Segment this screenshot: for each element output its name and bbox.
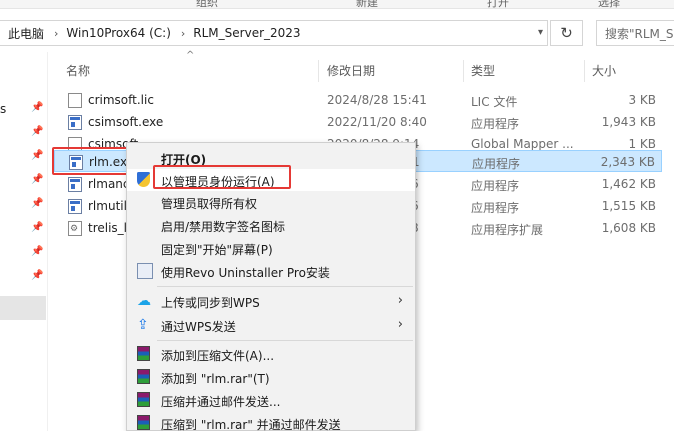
- file-row[interactable]: csimsoft.exe 2022/11/20 8:40 应用程序 1,943 …: [54, 111, 662, 133]
- refresh-icon: ↻: [560, 24, 573, 42]
- sort-ascending-icon: ^: [186, 50, 195, 61]
- menu-item-toggle-signature[interactable]: 启用/禁用数字签名图标: [127, 214, 415, 236]
- winrar-icon: [137, 346, 150, 361]
- file-size: 1,462 KB: [601, 177, 656, 191]
- chevron-right-icon: ›: [397, 293, 403, 308]
- file-size: 1,608 KB: [601, 221, 656, 235]
- ribbon-new[interactable]: 新建: [356, 0, 378, 8]
- file-size: 2,343 KB: [600, 155, 655, 169]
- ribbon-select[interactable]: 选择: [598, 0, 620, 8]
- address-bar[interactable]: 此电脑 › Win10Prox64 (C:) › RLM_Server_2023…: [0, 20, 548, 46]
- menu-item-rar-named-email[interactable]: 压缩到 "rlm.rar" 并通过邮件发送: [127, 412, 415, 431]
- search-input[interactable]: 搜索"RLM_Se: [596, 20, 674, 46]
- highlight-box-file: [52, 147, 136, 175]
- file-size: 1,515 KB: [601, 199, 656, 213]
- column-header-date[interactable]: 修改日期: [327, 58, 375, 82]
- chevron-right-icon: ›: [397, 317, 403, 332]
- menu-item-take-ownership[interactable]: 管理员取得所有权: [127, 191, 415, 213]
- menu-item-revo[interactable]: 使用Revo Uninstaller Pro安装: [127, 260, 415, 282]
- column-divider[interactable]: [463, 60, 464, 82]
- file-type: 应用程序: [471, 117, 520, 131]
- file-type: Global Mapper ...: [471, 137, 574, 151]
- revo-uninstaller-icon: [137, 263, 153, 279]
- address-row: 此电脑 › Win10Prox64 (C:) › RLM_Server_2023…: [0, 12, 674, 52]
- file-date: 2022/11/20 8:40: [327, 115, 427, 129]
- winrar-icon: [137, 415, 150, 430]
- menu-separator: [157, 340, 413, 341]
- share-icon: ⇪: [137, 317, 149, 333]
- search-placeholder: 搜索"RLM_Se: [605, 26, 674, 41]
- ribbon-open[interactable]: 打开: [487, 0, 509, 8]
- column-divider[interactable]: [318, 60, 319, 82]
- exe-icon: [68, 115, 82, 130]
- pin-icon[interactable]: 📌: [31, 246, 43, 258]
- navigation-pane: s 📌 📌 📌 📌 📌 📌 📌 📌: [0, 52, 48, 431]
- pin-icon[interactable]: 📌: [31, 198, 43, 210]
- file-type: 应用程序: [471, 179, 520, 193]
- pin-icon[interactable]: 📌: [31, 126, 43, 138]
- crumb-this-pc[interactable]: 此电脑: [8, 25, 44, 42]
- crumb-folder[interactable]: RLM_Server_2023: [193, 26, 300, 40]
- dll-icon: [68, 221, 82, 236]
- menu-item-label: 压缩到 "rlm.rar" 并通过邮件发送: [161, 418, 341, 431]
- file-date: 2024/8/28 15:41: [327, 93, 427, 107]
- highlight-box-menu: [153, 165, 291, 189]
- chevron-right-icon[interactable]: ›: [181, 27, 185, 40]
- file-name: csimsoft.exe: [88, 115, 164, 129]
- file-name: rlmutil.: [88, 199, 131, 213]
- menu-item-label: 启用/禁用数字签名图标: [161, 220, 286, 234]
- menu-item-label: 通过WPS发送: [161, 320, 236, 334]
- shield-icon: [137, 172, 150, 187]
- menu-separator: [157, 286, 413, 287]
- menu-item-label: 添加到压缩文件(A)...: [161, 349, 275, 363]
- file-type: 应用程序扩展: [471, 223, 544, 237]
- file-name: rlmanc: [88, 177, 130, 191]
- menu-item-label: 使用Revo Uninstaller Pro安装: [161, 266, 330, 280]
- menu-item-wps-send[interactable]: ⇪ 通过WPS发送 ›: [127, 314, 415, 336]
- file-size: 1,943 KB: [601, 115, 656, 129]
- file-row[interactable]: crimsoft.lic 2024/8/28 15:41 LIC 文件 3 KB: [54, 89, 662, 111]
- ribbon-strip: 组织 新建 打开 选择: [0, 0, 674, 9]
- document-icon: [68, 93, 82, 108]
- cloud-icon: ☁: [137, 293, 151, 309]
- pin-icon[interactable]: 📌: [31, 174, 43, 186]
- winrar-icon: [137, 369, 150, 384]
- winrar-icon: [137, 392, 150, 407]
- column-header-type[interactable]: 类型: [471, 58, 495, 82]
- menu-item-wps-sync[interactable]: ☁ 上传或同步到WPS ›: [127, 290, 415, 312]
- breadcrumb: 此电脑 › Win10Prox64 (C:) › RLM_Server_2023: [0, 25, 301, 42]
- menu-item-label: 固定到"开始"屏幕(P): [161, 243, 273, 257]
- menu-item-label: 管理员取得所有权: [161, 197, 258, 211]
- menu-item-rar-add[interactable]: 添加到压缩文件(A)...: [127, 343, 415, 365]
- file-size: 3 KB: [628, 93, 656, 107]
- pin-icon[interactable]: 📌: [31, 270, 43, 282]
- menu-item-label: 上传或同步到WPS: [161, 296, 260, 310]
- file-size: 1 KB: [628, 137, 656, 151]
- pin-icon[interactable]: 📌: [31, 150, 43, 162]
- pin-icon[interactable]: 📌: [31, 102, 43, 114]
- menu-item-label: 压缩并通过邮件发送...: [161, 395, 281, 409]
- exe-icon: [68, 177, 82, 192]
- refresh-button[interactable]: ↻: [550, 20, 583, 46]
- menu-item-label: 添加到 "rlm.rar"(T): [161, 372, 270, 386]
- pin-icon[interactable]: 📌: [31, 222, 43, 234]
- crumb-drive[interactable]: Win10Prox64 (C:): [66, 26, 170, 40]
- nav-item-label[interactable]: s: [0, 102, 6, 116]
- file-name: crimsoft.lic: [88, 93, 154, 107]
- nav-item-selected[interactable]: [0, 296, 46, 320]
- column-header-name[interactable]: 名称: [66, 58, 90, 82]
- ribbon-organize[interactable]: 组织: [196, 0, 218, 8]
- file-name: trelis_l: [88, 221, 128, 235]
- exe-icon: [68, 199, 82, 214]
- chevron-down-icon[interactable]: ▾: [538, 27, 543, 38]
- chevron-right-icon[interactable]: ›: [54, 27, 58, 40]
- column-divider[interactable]: [584, 60, 585, 82]
- file-type: LIC 文件: [471, 95, 518, 109]
- file-type: 应用程序: [472, 157, 521, 171]
- menu-item-pin-start[interactable]: 固定到"开始"屏幕(P): [127, 237, 415, 259]
- file-type: 应用程序: [471, 201, 520, 215]
- column-header-size[interactable]: 大小: [592, 58, 616, 82]
- menu-item-rar-email[interactable]: 压缩并通过邮件发送...: [127, 389, 415, 411]
- menu-item-rar-add-named[interactable]: 添加到 "rlm.rar"(T): [127, 366, 415, 388]
